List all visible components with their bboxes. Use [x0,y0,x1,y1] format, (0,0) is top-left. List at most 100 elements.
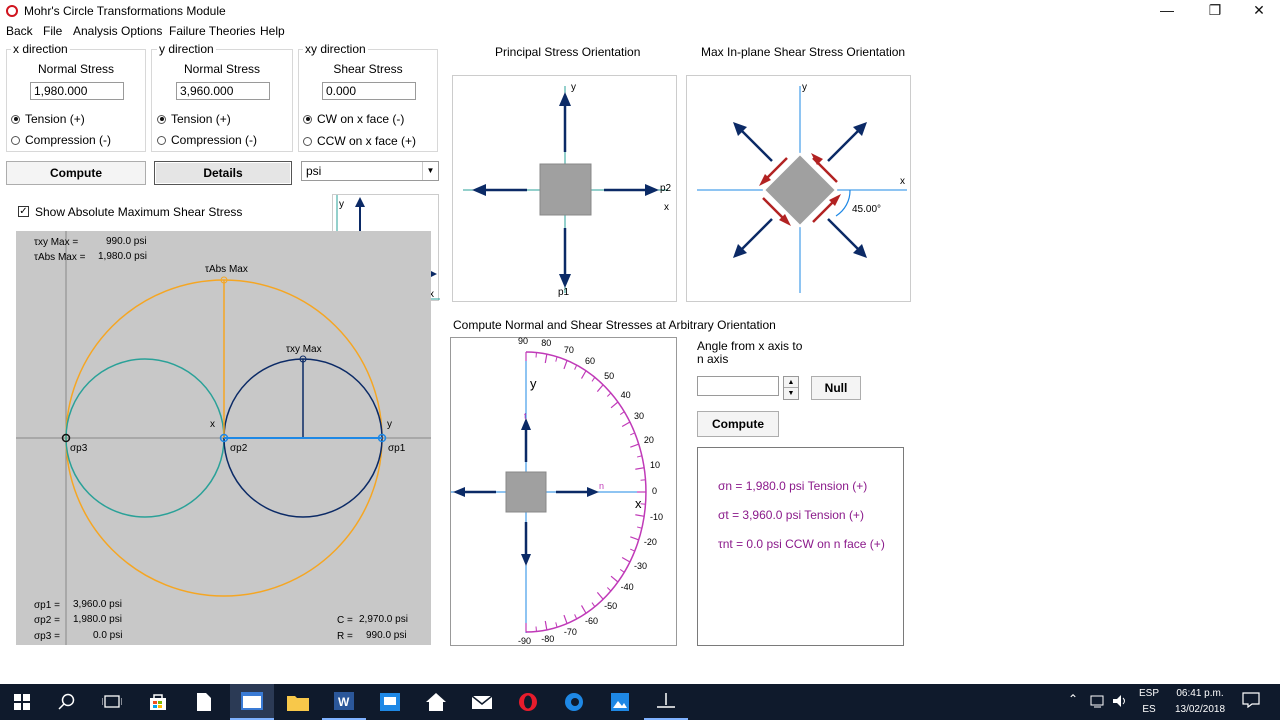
dial-major-tick [621,556,631,563]
y-compression-radio[interactable]: Compression (-) [157,133,257,147]
r-value: 990.0 psi [366,630,407,641]
txy-max-value: 990.0 psi [106,236,147,247]
stepper-up-icon[interactable]: ▲ [784,377,798,388]
edge-icon[interactable] [552,684,596,720]
menu-back[interactable]: Back [6,24,33,38]
remote-app-icon[interactable] [368,684,412,720]
details-button[interactable]: Details [154,161,292,185]
language-indicator-sub: ES [1142,704,1156,715]
dial-minor-tick [606,587,612,592]
word-icon[interactable]: W [322,684,366,720]
clock-time[interactable]: 06:41 p.m. [1168,688,1232,699]
document-icon[interactable] [182,684,226,720]
c-label: C = [337,615,353,626]
opera-icon[interactable] [506,684,550,720]
cw-x-face-radio[interactable]: CW on x face (-) [303,112,404,126]
show-abs-max-checkbox[interactable]: ✓ [18,206,29,217]
dial-tick-label: -90 [518,636,532,646]
units-select[interactable]: psi ▼ [301,161,439,181]
dial-tick-label: 40 [620,389,631,400]
xy-shear-stress-input[interactable] [322,82,416,100]
tool-icon[interactable] [644,684,688,720]
mail-icon[interactable] [460,684,504,720]
dial-major-tick [610,401,619,409]
shear-angle-arc [835,189,851,217]
compute-arbitrary-button[interactable]: Compute [697,411,779,437]
dial-major-tick [635,514,645,517]
null-button[interactable]: Null [811,376,861,400]
y-direction-title: y direction [157,42,216,56]
dial-tick-label: -10 [649,512,663,523]
dial-tick-label: -70 [563,626,577,637]
notifications-icon[interactable] [1242,692,1260,711]
arbitrary-dial-graphic [451,351,647,633]
shear-x-label: x [900,176,905,187]
angle-stepper[interactable]: ▲ ▼ [783,376,799,400]
maximize-button[interactable]: ❐ [1192,0,1238,22]
dial-major-tick [563,360,568,370]
tabs-max-value: 1,980.0 psi [98,251,147,262]
close-button[interactable]: ✕ [1236,0,1280,22]
sp1-label: σp1 = [34,600,60,611]
result-sigma-t: σt = 3,960.0 psi Tension (+) [718,508,864,522]
sp2-value: 1,980.0 psi [73,614,122,625]
dial-y-label: y [530,376,537,391]
dial-tick-label: -20 [643,537,657,548]
mohr-app-taskbar-icon[interactable] [230,684,274,720]
dial-tick-label: 80 [541,338,552,349]
shear-arrow-sw [740,218,773,251]
angle-label-line1: Angle from x axis to [697,339,803,353]
result-tau-nt: τnt = 0.0 psi CCW on n face (+) [718,537,885,551]
xy-max-point-label: τxy Max [286,344,322,355]
file-explorer-icon[interactable] [276,684,320,720]
angle-input[interactable] [697,376,779,396]
menu-analysis-options[interactable]: Analysis Options [73,24,162,38]
thumb-y-label: y [339,199,344,210]
stepper-down-icon[interactable]: ▼ [784,388,798,399]
principal-down-arrowhead [559,274,571,288]
y-normal-stress-input[interactable] [176,82,270,100]
network-icon[interactable] [1090,694,1106,711]
dial-t-label: t [524,411,527,421]
angle-label-line2: n axis [697,352,729,366]
language-indicator[interactable]: ESP [1134,688,1164,699]
tray-chevron-up-icon[interactable]: ⌃ [1068,692,1078,706]
image-viewer-icon[interactable] [598,684,642,720]
p2-label: σp2 [230,443,248,454]
principal-up-arrowhead [559,92,571,106]
clock-date: 13/02/2018 [1174,704,1226,715]
dial-major-tick [580,370,587,379]
dial-major-tick [635,467,645,470]
task-view-icon[interactable] [90,684,134,720]
thumb-y-arrowhead [355,197,365,207]
dial-minor-tick [574,614,578,620]
principal-orientation-graphic [463,86,668,293]
dial-left-arrowhead [453,487,465,497]
principal-orientation-title: Principal Stress Orientation [495,45,641,59]
menu-failure-theories[interactable]: Failure Theories [169,24,255,38]
x-normal-stress-input[interactable] [30,82,124,100]
x-compression-radio[interactable]: Compression (-) [11,133,111,147]
compute-button[interactable]: Compute [6,161,146,185]
y-tension-radio[interactable]: Tension (+) [157,112,231,126]
c-value: 2,970.0 psi [359,614,408,625]
dial-tick-label: 10 [649,459,660,470]
x-tension-radio[interactable]: Tension (+) [11,112,85,126]
home-icon[interactable] [414,684,458,720]
chevron-down-icon[interactable]: ▼ [422,162,438,180]
mohr-circle-panel: τxy Max = 990.0 psi τAbs Max = 1,980.0 p… [16,231,431,645]
search-icon[interactable] [45,684,89,720]
results-box: σn = 1,980.0 psi Tension (+) σt = 3,960.… [697,447,904,646]
principal-left-arrowhead [472,184,486,196]
menu-help[interactable]: Help [260,24,285,38]
p3-label: σp3 [70,443,88,454]
volume-icon[interactable] [1112,694,1128,711]
windows-start-icon[interactable] [0,684,44,720]
menu-bar: Back File Analysis Options Failure Theor… [0,22,1280,40]
ccw-x-face-radio[interactable]: CCW on x face (+) [303,134,416,148]
shear-arrow-se [827,218,860,251]
minimize-button[interactable]: — [1144,0,1190,22]
store-icon[interactable] [136,684,180,720]
menu-file[interactable]: File [43,24,62,38]
dial-tick-label: 30 [634,411,645,421]
